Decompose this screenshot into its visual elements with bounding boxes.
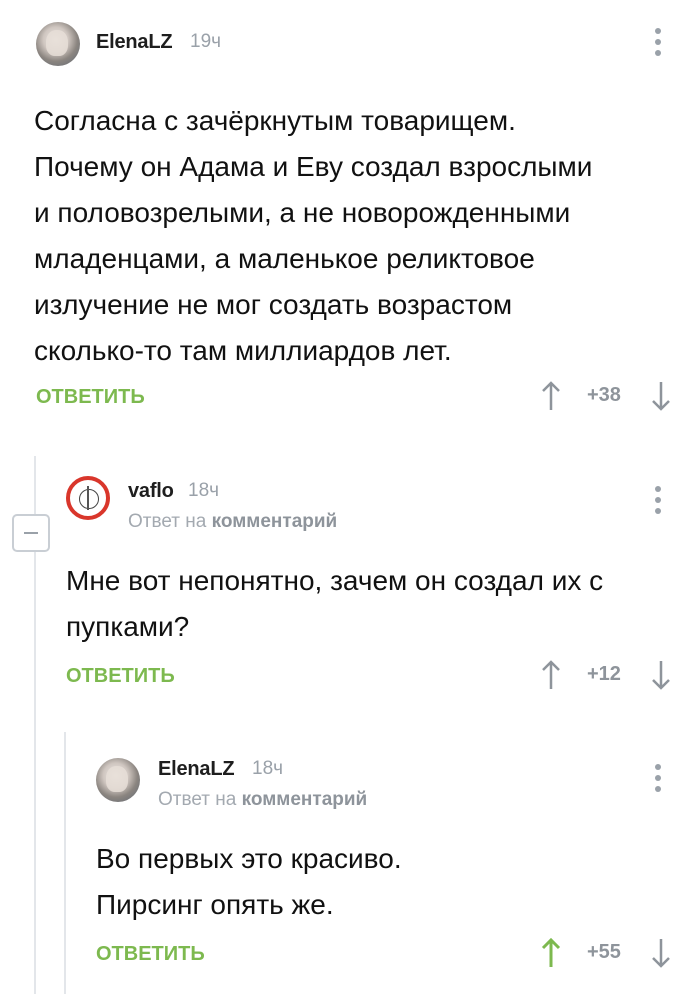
comment-text: Во первых это красиво. Пирсинг опять же. (96, 836, 696, 928)
downvote-icon[interactable] (651, 660, 671, 690)
comment-author[interactable]: ElenaLZ (96, 31, 173, 54)
reply-to-prefix: Ответ на (128, 511, 207, 532)
comment-line: Пирсинг опять же. (96, 889, 334, 920)
score: +38 (587, 384, 621, 406)
comment-author[interactable]: ElenaLZ (158, 758, 235, 781)
vote-control: +38 (541, 381, 671, 411)
vote-control: +55 (541, 938, 671, 968)
comment-text: Мне вот непонятно, зачем он создал их с … (66, 558, 696, 650)
more-options-icon[interactable] (655, 28, 661, 56)
more-options-icon[interactable] (655, 486, 661, 514)
comment-time[interactable]: 18ч (252, 758, 283, 780)
comment-author[interactable]: vaflo (128, 480, 174, 503)
avatar[interactable] (66, 476, 110, 520)
reply-to-link[interactable]: комментарий (212, 511, 338, 532)
reply-button[interactable]: ОТВЕТИТЬ (66, 665, 175, 688)
comment-time[interactable]: 18ч (188, 480, 219, 502)
reply-to-link[interactable]: комментарий (242, 789, 368, 810)
avatar[interactable] (96, 758, 140, 802)
score: +55 (587, 941, 621, 963)
comment-line: Почему он Адама и Еву создал взрослыми (34, 151, 593, 182)
more-options-icon[interactable] (655, 764, 661, 792)
comment-line: Мне вот непонятно, зачем он создал их с (66, 565, 604, 596)
downvote-icon[interactable] (651, 381, 671, 411)
comment-line: пупками? (66, 611, 190, 642)
comment-line: Согласна с зачёркнутым товарищем. (34, 105, 516, 136)
downvote-icon[interactable] (651, 938, 671, 968)
reply-button[interactable]: ОТВЕТИТЬ (96, 943, 205, 966)
reply-button[interactable]: ОТВЕТИТЬ (36, 386, 145, 409)
reply-to: Ответ на комментарий (128, 511, 337, 533)
comment-line: младенцами, а маленькое реликтовое (34, 243, 535, 274)
upvote-icon[interactable] (541, 660, 561, 690)
comment-line: излучение не мог создать возрастом (34, 289, 513, 320)
upvote-icon[interactable] (541, 381, 561, 411)
comment-text: Согласна с зачёркнутым товарищем. Почему… (34, 98, 684, 374)
reply-to-prefix: Ответ на (158, 789, 237, 810)
comment: ElenaLZ 19ч Согласна с зачёркнутым товар… (0, 0, 700, 430)
comment: ElenaLZ 18ч Ответ на комментарий Во перв… (66, 738, 700, 988)
avatar[interactable] (36, 22, 80, 66)
comment-time[interactable]: 19ч (190, 31, 221, 53)
upvote-icon[interactable] (541, 938, 561, 968)
comment-line: Во первых это красиво. (96, 843, 402, 874)
comment-line: и половозрелыми, а не новорожденными (34, 197, 571, 228)
comment-line: сколько-то там миллиардов лет. (34, 335, 452, 366)
vote-control: +12 (541, 660, 671, 690)
score: +12 (587, 663, 621, 685)
reply-to: Ответ на комментарий (158, 789, 367, 811)
comment: vaflo 18ч Ответ на комментарий Мне вот н… (36, 460, 700, 710)
